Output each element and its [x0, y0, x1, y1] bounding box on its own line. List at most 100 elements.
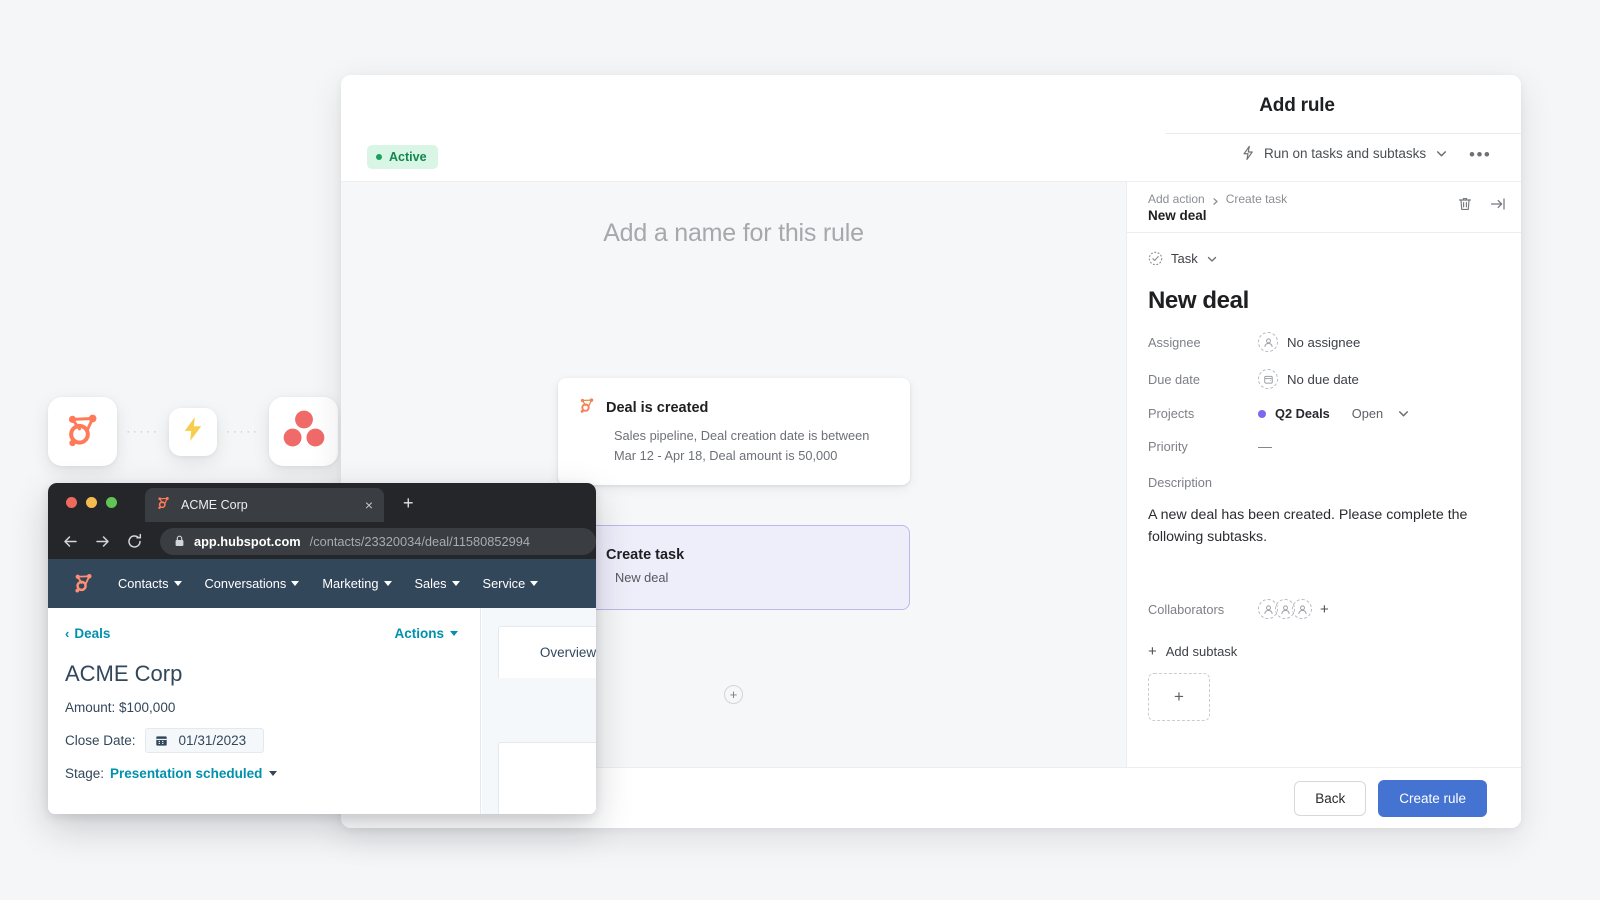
task-type-selector[interactable]: Task	[1148, 251, 1500, 266]
project-color-dot	[1258, 410, 1266, 418]
stage-label: Stage:	[65, 766, 104, 781]
nav-label: Service	[483, 576, 526, 591]
breadcrumb-leaf[interactable]: Create task	[1226, 192, 1287, 206]
assignee-value[interactable]: No assignee	[1258, 332, 1360, 352]
deal-stage-row: Stage: Presentation scheduled	[65, 766, 458, 781]
status-badge-label: Active	[389, 150, 427, 164]
collaborators-label: Collaborators	[1148, 602, 1258, 617]
chevron-left-icon: ‹	[65, 626, 69, 641]
rule-name-input[interactable]: Add a name for this rule	[341, 219, 1126, 248]
lightning-bolt-icon	[182, 416, 204, 447]
chevron-down-icon[interactable]	[1435, 147, 1448, 160]
stage-value[interactable]: Presentation scheduled	[110, 766, 262, 781]
window-controls	[66, 497, 117, 508]
browser-navigation-bar: app.hubspot.com/contacts/23320034/deal/1…	[48, 523, 596, 559]
reload-icon[interactable]	[126, 533, 143, 550]
close-date-label: Close Date:	[65, 733, 136, 748]
connector-dots-left: ·····	[117, 426, 169, 438]
back-button[interactable]: Back	[1294, 781, 1366, 816]
description-label: Description	[1148, 475, 1500, 490]
chevron-down-icon[interactable]	[1206, 253, 1218, 265]
nav-item-service[interactable]: Service	[483, 576, 539, 591]
browser-tab[interactable]: ACME Corp ×	[145, 488, 384, 522]
priority-label: Priority	[1148, 439, 1258, 454]
forward-icon[interactable]	[94, 533, 111, 550]
action-node[interactable]: Create task New deal	[558, 525, 910, 610]
chevron-down-icon[interactable]	[1397, 407, 1410, 420]
screen: ····· ····· Add rule	[0, 0, 1600, 900]
window-top-bar: Add rule Run on tasks and subtasks •••	[341, 75, 1521, 181]
breadcrumb-root[interactable]: Add action	[1148, 192, 1205, 206]
nav-item-sales[interactable]: Sales	[415, 576, 460, 591]
close-date-value: 01/31/2023	[179, 733, 247, 748]
close-tab-icon[interactable]: ×	[365, 498, 373, 512]
back-to-deals-link[interactable]: ‹ Deals	[65, 626, 110, 641]
add-collaborator-button[interactable]: +	[1320, 602, 1329, 617]
chevron-right-icon	[1211, 195, 1220, 204]
add-attachment-placeholder[interactable]: +	[1148, 673, 1210, 721]
run-on-selector[interactable]: Run on tasks and subtasks	[1241, 145, 1448, 161]
calendar-icon	[155, 734, 168, 747]
create-rule-button[interactable]: Create rule	[1378, 780, 1487, 817]
integration-flow: ····· ·····	[48, 397, 338, 466]
add-subtask-button[interactable]: + Add subtask	[1148, 644, 1500, 659]
task-type-label: Task	[1171, 251, 1198, 266]
asana-logo-tile	[269, 397, 338, 466]
chevron-down-icon	[384, 581, 392, 586]
nav-item-conversations[interactable]: Conversations	[205, 576, 300, 591]
project-name: Q2 Deals	[1275, 406, 1330, 421]
description-text[interactable]: A new deal has been created. Please comp…	[1148, 504, 1478, 548]
back-icon[interactable]	[62, 533, 79, 550]
deal-summary-column: ‹ Deals Actions ACME Corp Amount: $100,0…	[48, 608, 481, 814]
close-date-field[interactable]: 01/31/2023	[145, 728, 265, 753]
nav-item-contacts[interactable]: Contacts	[118, 576, 182, 591]
collaborator-avatars[interactable]: +	[1258, 599, 1329, 619]
action-node-subtitle: New deal	[615, 568, 889, 588]
run-on-label: Run on tasks and subtasks	[1264, 146, 1426, 161]
task-name-field[interactable]: New deal	[1148, 287, 1500, 315]
deal-toolbar: ‹ Deals Actions	[65, 626, 458, 641]
browser-chrome: ACME Corp × + app.hubspot.com/	[48, 483, 596, 559]
chevron-down-icon[interactable]	[269, 771, 277, 776]
project-state: Open	[1352, 406, 1383, 421]
priority-row: Priority —	[1148, 438, 1500, 454]
projects-value[interactable]: Q2 Deals Open	[1258, 406, 1410, 421]
trash-icon[interactable]	[1457, 196, 1473, 212]
action-node-title: Create task	[606, 547, 684, 563]
maximize-window-button[interactable]	[106, 497, 117, 508]
actions-dropdown[interactable]: Actions	[394, 626, 458, 641]
chevron-down-icon	[452, 581, 460, 586]
due-date-row: Due date No due date	[1148, 369, 1500, 389]
bolt-icon	[1241, 145, 1255, 161]
assignee-row: Assignee No assignee	[1148, 332, 1500, 352]
projects-row: Projects Q2 Deals Open	[1148, 406, 1500, 421]
close-window-button[interactable]	[66, 497, 77, 508]
trigger-node[interactable]: Deal is created Sales pipeline, Deal cre…	[558, 378, 910, 485]
nav-label: Conversations	[205, 576, 287, 591]
hubspot-page-body: ‹ Deals Actions ACME Corp Amount: $100,0…	[48, 608, 596, 814]
new-tab-button[interactable]: +	[403, 494, 414, 512]
nav-label: Marketing	[322, 576, 378, 591]
tab-overview[interactable]: Overview	[498, 626, 596, 678]
url-bar[interactable]: app.hubspot.com/contacts/23320034/deal/1…	[160, 528, 596, 555]
priority-value[interactable]: —	[1258, 438, 1272, 454]
due-date-value[interactable]: No due date	[1258, 369, 1359, 389]
actions-label: Actions	[394, 626, 444, 641]
detail-panel-actions	[1457, 196, 1506, 212]
minimize-window-button[interactable]	[86, 497, 97, 508]
nav-item-marketing[interactable]: Marketing	[322, 576, 391, 591]
nav-label: Contacts	[118, 576, 169, 591]
hubspot-icon	[62, 408, 104, 455]
trigger-node-subtitle: Sales pipeline, Deal creation date is be…	[614, 426, 890, 466]
breadcrumb: Add action Create task	[1148, 192, 1499, 206]
detail-panel-title: New deal	[1148, 208, 1499, 223]
action-node-head: Create task	[579, 546, 889, 563]
trigger-node-title: Deal is created	[606, 400, 708, 416]
hubspot-logo-icon[interactable]	[72, 571, 95, 597]
person-icon	[1258, 332, 1278, 352]
add-step-button-bottom[interactable]: +	[724, 685, 743, 704]
collapse-panel-icon[interactable]	[1490, 196, 1506, 212]
url-domain: app.hubspot.com	[194, 534, 301, 549]
projects-label: Projects	[1148, 406, 1258, 421]
more-options-button[interactable]: •••	[1469, 149, 1491, 160]
